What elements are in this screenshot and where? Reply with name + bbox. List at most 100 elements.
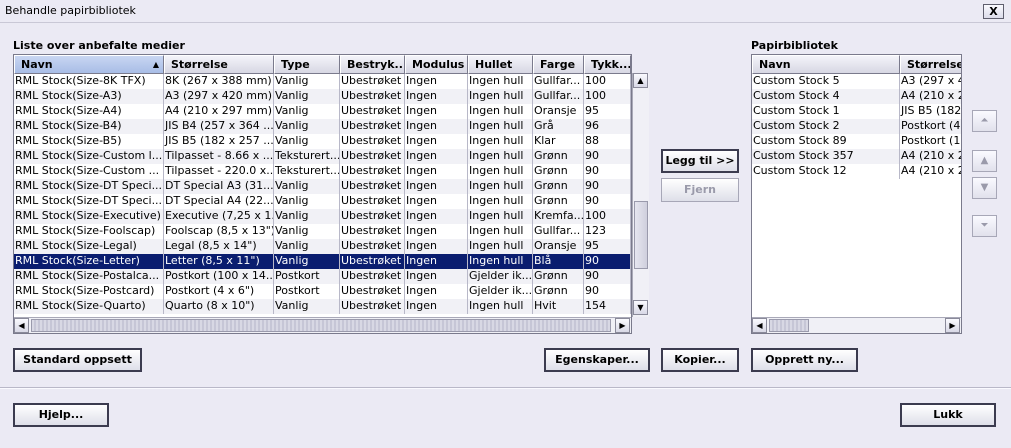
scroll-thumb[interactable]: [634, 201, 648, 269]
table-cell: JIS B4 (257 x 364 ...: [165, 119, 274, 134]
table-row[interactable]: RML Stock(Size-DT Speci... DT Special A4 …: [14, 194, 631, 209]
scroll-left-icon[interactable]: ◀: [14, 318, 29, 333]
table-cell: 88: [584, 134, 631, 149]
table-row[interactable]: RML Stock(Size-A3) A3 (297 x 420 mm) Vanli…: [14, 89, 631, 104]
table-row[interactable]: Custom Stock 4 A4 (210 x 2: [752, 89, 962, 104]
table-cell: Vanlig: [274, 119, 340, 134]
table-row[interactable]: RML Stock(Size-Letter) Letter (8,5 x 11")…: [14, 254, 631, 269]
table-cell: RML Stock(Size-8K TFX): [14, 74, 164, 89]
table-row[interactable]: RML Stock(Size-A4) A4 (210 x 297 mm) Vanli…: [14, 104, 631, 119]
table-row[interactable]: Custom Stock 2 Postkort (4: [752, 119, 961, 134]
table-cell: Postkort: [274, 284, 340, 299]
standard-setup-button[interactable]: Standard oppsett: [13, 348, 142, 372]
column-header-label: Type: [281, 58, 310, 71]
horizontal-scroll-thumb[interactable]: [31, 319, 611, 332]
table-row[interactable]: RML Stock(Size-Postalca... Postkort (100 …: [14, 269, 631, 284]
table-cell: Ubestrøket: [340, 149, 405, 164]
table-cell: Grønn: [533, 269, 584, 284]
copy-button[interactable]: Kopier...: [661, 348, 739, 372]
window-title: Behandle papirbibliotek: [5, 4, 136, 17]
table-row[interactable]: RML Stock(Size-Custom ... Tilpasset - 220…: [14, 164, 631, 179]
table-cell: 154: [584, 299, 631, 314]
column-header[interactable]: Navn ▲: [14, 55, 164, 74]
move-down-icon[interactable]: ▼: [972, 177, 997, 199]
scroll-left-icon[interactable]: ◀: [752, 318, 767, 333]
scroll-up-icon[interactable]: ▲: [633, 73, 648, 88]
table-row[interactable]: Custom Stock 1 JIS B5 (182: [752, 104, 961, 119]
table-cell: Ubestrøket: [340, 224, 405, 239]
left-vertical-scrollbar[interactable]: ▲ ▼: [632, 73, 649, 317]
close-button[interactable]: Lukk: [900, 403, 996, 427]
table-row[interactable]: Custom Stock 5 A3 (297 x 4: [752, 74, 961, 89]
table-cell: Ubestrøket: [340, 74, 405, 89]
table-row[interactable]: RML Stock(Size-Executive) Executive (7,25…: [14, 209, 631, 224]
column-header[interactable]: Hullet: [468, 55, 533, 74]
column-header-label: Navn: [759, 58, 791, 71]
table-cell: Postkort: [274, 269, 340, 284]
table-row[interactable]: RML Stock(Size-Quarto) Quarto (8 x 10") Va…: [14, 299, 631, 314]
column-header-label: Farge: [540, 58, 576, 71]
table-cell: A4 (210 x 2: [901, 89, 962, 102]
table-cell: Custom Stock 89: [752, 134, 900, 149]
scroll-right-icon[interactable]: ▶: [945, 318, 960, 333]
left-horizontal-scrollbar[interactable]: ◀ ▶: [14, 317, 631, 333]
create-new-button[interactable]: Opprett ny...: [751, 348, 858, 372]
column-header[interactable]: Størrelse: [900, 55, 961, 74]
table-cell: Gullfar...: [533, 89, 584, 104]
table-row[interactable]: Custom Stock 357 A4 (210 x 2: [752, 149, 961, 164]
column-header[interactable]: Størrelse: [164, 55, 274, 74]
table-cell: Custom Stock 5: [752, 74, 900, 89]
help-button[interactable]: Hjelp...: [13, 403, 109, 427]
table-row[interactable]: RML Stock(Size-Custom l... Tilpasset - 8.…: [14, 149, 631, 164]
library-table-body: Custom Stock 5 A3 (297 x 4 Custom Stock 4A…: [752, 74, 962, 179]
table-cell: Quarto (8 x 10"): [164, 299, 274, 314]
table-row[interactable]: RML Stock(Size-Postcard) Postkort (4 x 6"…: [14, 284, 631, 299]
table-cell: Teksturert...: [275, 164, 340, 179]
table-row[interactable]: Custom Stock 89 Postkort (1: [752, 134, 961, 149]
move-up-icon[interactable]: ▲: [972, 150, 997, 172]
table-cell: Vanlig: [274, 209, 340, 224]
table-cell: Ingen hull: [468, 194, 533, 209]
table-cell: Vanlig: [274, 224, 340, 239]
table-cell: RML Stock(Size-DT Speci...: [15, 194, 164, 209]
table-row[interactable]: RML Stock(Size-Legal) Legal (8,5 x 14") Va…: [14, 239, 631, 254]
properties-button[interactable]: Egenskaper...: [544, 348, 650, 372]
table-cell: Ubestrøket: [340, 209, 405, 224]
recommended-media-label: Liste over anbefalte medier: [13, 39, 185, 52]
table-row[interactable]: RML Stock(Size-DT Speci... DT Special A3 …: [14, 179, 631, 194]
table-row[interactable]: RML Stock(Size-Foolscap) Foolscap (8,5 x …: [14, 224, 631, 239]
scroll-down-icon[interactable]: ▼: [633, 300, 648, 315]
table-cell: Kremfa...: [534, 209, 584, 224]
table-cell: RML Stock(Size-Foolscap): [14, 224, 164, 239]
column-header[interactable]: Tykk...: [584, 55, 631, 74]
add-button[interactable]: Legg til >>: [661, 149, 739, 173]
table-cell: Oransje: [533, 104, 584, 119]
table-cell: Ingen: [405, 104, 468, 119]
column-header[interactable]: Farge: [533, 55, 584, 74]
paper-library-label: Papirbibliotek: [751, 39, 838, 52]
table-cell: Tilpasset - 8.66 x ...: [165, 149, 274, 164]
table-cell: DT Special A3 (31...: [165, 179, 274, 194]
table-row[interactable]: RML Stock(Size-B4) JIS B4 (257 x 364 ... V…: [14, 119, 631, 134]
move-to-top-icon[interactable]: ⏶: [972, 110, 997, 132]
table-cell: A4 (210 x 297 mm): [165, 104, 274, 119]
column-header[interactable]: Type: [274, 55, 340, 74]
table-row[interactable]: RML Stock(Size-8K TFX) 8K (267 x 388 mm) V…: [14, 74, 631, 89]
right-horizontal-scrollbar[interactable]: ◀ ▶: [752, 317, 961, 333]
table-cell: Ingen hull: [468, 224, 533, 239]
scroll-right-icon[interactable]: ▶: [615, 318, 630, 333]
column-header[interactable]: Bestryk...: [340, 55, 405, 74]
horizontal-scroll-thumb[interactable]: [769, 319, 809, 332]
table-cell: 90: [584, 254, 631, 269]
column-header[interactable]: Modulus: [405, 55, 468, 74]
table-cell: Ingen hull: [468, 89, 533, 104]
move-to-bottom-icon[interactable]: ⏷: [972, 215, 997, 237]
close-window-button[interactable]: X: [983, 4, 1004, 19]
library-table-header: Navn Størrelse: [752, 55, 961, 74]
table-row[interactable]: Custom Stock 12 A4 (210 x 2: [752, 164, 961, 179]
table-row[interactable]: RML Stock(Size-B5) JIS B5 (182 x 257 ... V…: [14, 134, 631, 149]
column-header[interactable]: Navn: [752, 55, 900, 74]
table-cell: Ingen hull: [468, 179, 533, 194]
remove-button[interactable]: Fjern: [661, 178, 739, 202]
table-cell: 90: [584, 194, 631, 209]
